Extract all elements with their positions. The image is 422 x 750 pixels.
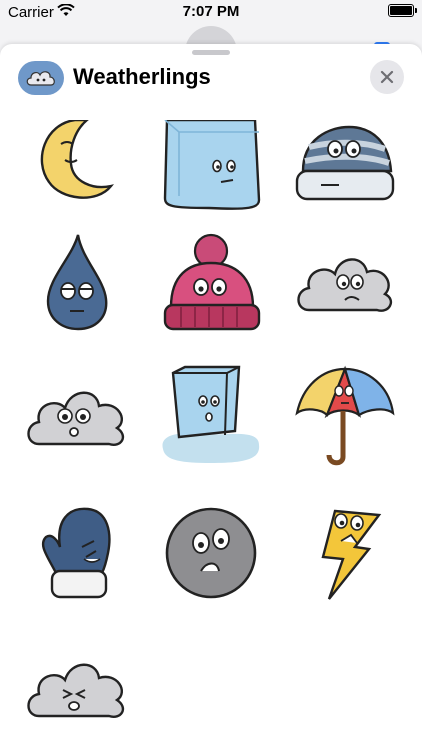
sticker-sheet: Weatherlings bbox=[0, 44, 422, 750]
clock-time: 7:07 PM bbox=[182, 3, 240, 20]
ice-cube-sticker[interactable] bbox=[156, 110, 266, 220]
sheet-title: Weatherlings bbox=[73, 64, 211, 89]
happy-cloud-sticker-icon bbox=[27, 391, 125, 446]
ice-cube-sticker-icon bbox=[163, 120, 261, 210]
melting-ice-cube-sticker-icon bbox=[162, 365, 260, 463]
umbrella-sticker-icon bbox=[295, 365, 395, 466]
moon-sticker-icon bbox=[40, 120, 114, 199]
lightning-bolt-sticker-icon bbox=[321, 509, 382, 600]
close-icon bbox=[380, 70, 394, 84]
hailstone-sticker-icon bbox=[165, 507, 257, 599]
hailstone-sticker[interactable] bbox=[156, 498, 266, 608]
grumpy-cloud-sticker[interactable] bbox=[22, 634, 132, 744]
melting-ice-cube-sticker[interactable] bbox=[156, 362, 266, 472]
worried-cloud-sticker[interactable] bbox=[290, 228, 400, 338]
striped-beanie-sticker[interactable] bbox=[290, 110, 400, 220]
sheet-header: Weatherlings bbox=[0, 56, 422, 102]
mitten-sticker[interactable] bbox=[22, 498, 132, 608]
sheet-grabber[interactable] bbox=[192, 50, 230, 55]
sticker-grid bbox=[0, 110, 422, 750]
grumpy-cloud-sticker-icon bbox=[27, 663, 125, 718]
battery-icon bbox=[388, 4, 417, 17]
moon-sticker[interactable] bbox=[22, 110, 132, 220]
umbrella-sticker[interactable] bbox=[290, 362, 400, 472]
raindrop-sticker[interactable] bbox=[22, 228, 132, 338]
status-bar: Carrier 7:07 PM bbox=[0, 0, 422, 26]
pink-beanie-sticker[interactable] bbox=[156, 228, 266, 338]
weatherlings-app-icon bbox=[18, 61, 64, 95]
close-button[interactable] bbox=[370, 60, 404, 94]
mitten-sticker-icon bbox=[41, 507, 111, 599]
raindrop-sticker-icon bbox=[46, 234, 108, 331]
happy-cloud-sticker[interactable] bbox=[22, 362, 132, 472]
lightning-bolt-sticker[interactable] bbox=[290, 498, 400, 608]
worried-cloud-sticker-icon bbox=[297, 258, 393, 312]
pink-beanie-sticker-icon bbox=[163, 233, 261, 331]
striped-beanie-sticker-icon bbox=[295, 125, 395, 201]
